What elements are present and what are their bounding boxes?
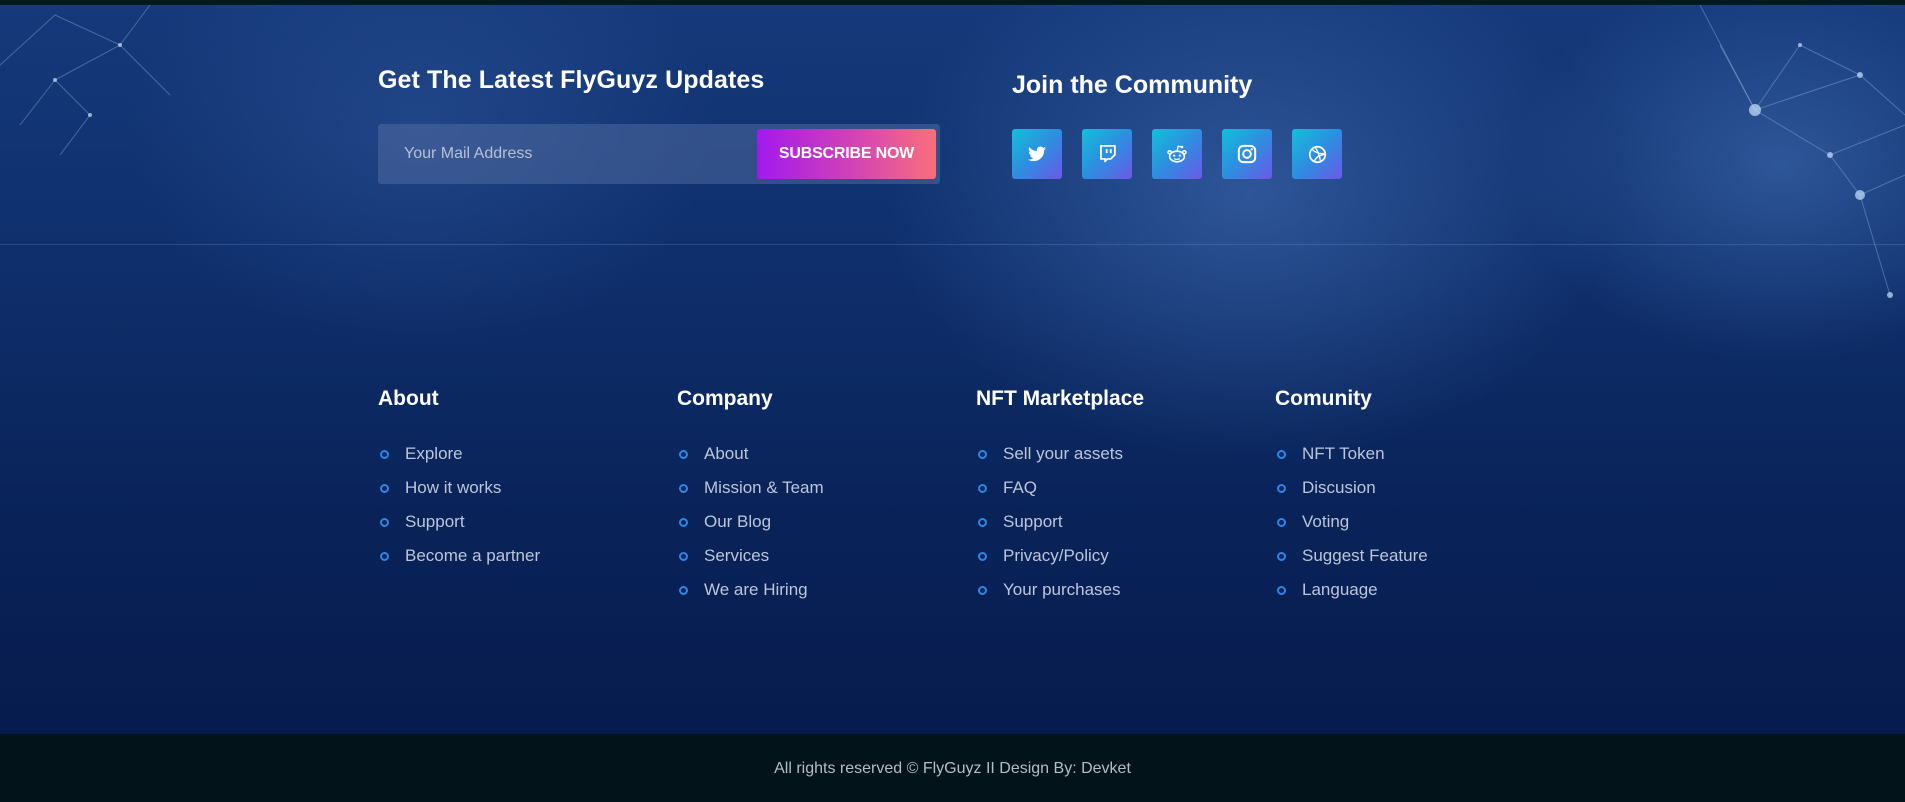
column-title: Comunity — [1275, 387, 1372, 410]
circle-bullet-icon — [1277, 585, 1286, 595]
email-input[interactable] — [378, 124, 748, 184]
social-links — [1012, 129, 1342, 179]
footer-link[interactable]: Mission & Team — [677, 471, 824, 505]
footer-link[interactable]: Explore — [378, 437, 540, 471]
circle-bullet-icon — [679, 517, 688, 527]
footer-link[interactable]: Sell your assets — [976, 437, 1144, 471]
circle-bullet-icon — [380, 483, 389, 493]
social-instagram-button[interactable] — [1222, 129, 1272, 179]
social-dribbble-button[interactable] — [1292, 129, 1342, 179]
footer-link[interactable]: Support — [378, 505, 540, 539]
social-reddit-button[interactable] — [1152, 129, 1202, 179]
footer-link[interactable]: Our Blog — [677, 505, 824, 539]
footer-link[interactable]: About — [677, 437, 824, 471]
footer-link[interactable]: How it works — [378, 471, 540, 505]
circle-bullet-icon — [380, 517, 389, 527]
footer-link[interactable]: Voting — [1275, 505, 1428, 539]
column-title: About — [378, 387, 439, 410]
footer-link[interactable]: Support — [976, 505, 1144, 539]
circle-bullet-icon — [978, 449, 987, 459]
footer-link[interactable]: NFT Token — [1275, 437, 1428, 471]
column-title: NFT Marketplace — [976, 387, 1145, 410]
circle-bullet-icon — [978, 483, 987, 493]
circle-bullet-icon — [380, 551, 389, 561]
twitch-icon — [1099, 145, 1116, 163]
copyright-bar: All rights reserved © FlyGuyz II Design … — [0, 734, 1905, 802]
circle-bullet-icon — [679, 449, 688, 459]
footer-link[interactable]: Discusion — [1275, 471, 1428, 505]
circle-bullet-icon — [978, 551, 987, 561]
footer-column-community: Comunity NFT Token Discusion Voting Sugg… — [1275, 387, 1428, 607]
column-title: Company — [677, 387, 773, 410]
social-twitch-button[interactable] — [1082, 129, 1132, 179]
footer-link[interactable]: Your purchases — [976, 573, 1144, 607]
footer-column-company: Company About Mission & Team Our Blog Se… — [677, 387, 824, 607]
footer-column-about: About Explore How it works Support Becom… — [378, 387, 540, 573]
newsletter-title: Get The Latest FlyGuyz Updates — [378, 66, 765, 94]
circle-bullet-icon — [679, 585, 688, 595]
social-twitter-button[interactable] — [1012, 129, 1062, 179]
circle-bullet-icon — [1277, 517, 1286, 527]
footer-link[interactable]: Become a partner — [378, 539, 540, 573]
footer-link[interactable]: Privacy/Policy — [976, 539, 1144, 573]
footer-link[interactable]: Language — [1275, 573, 1428, 607]
section-divider — [0, 244, 1905, 245]
footer-link[interactable]: Suggest Feature — [1275, 539, 1428, 573]
circle-bullet-icon — [679, 551, 688, 561]
dribbble-icon — [1308, 145, 1326, 163]
circle-bullet-icon — [1277, 551, 1286, 561]
instagram-icon — [1237, 144, 1257, 164]
circle-bullet-icon — [978, 585, 987, 595]
reddit-icon — [1167, 145, 1187, 163]
copyright-text: All rights reserved © FlyGuyz II Design … — [774, 760, 1131, 777]
network-lines-decoration — [0, 5, 1905, 298]
subscribe-form: SUBSCRIBE NOW — [378, 124, 940, 184]
circle-bullet-icon — [679, 483, 688, 493]
footer-link[interactable]: FAQ — [976, 471, 1144, 505]
footer-link[interactable]: We are Hiring — [677, 573, 824, 607]
community-title: Join the Community — [1012, 71, 1253, 99]
subscribe-button[interactable]: SUBSCRIBE NOW — [757, 129, 936, 179]
circle-bullet-icon — [380, 449, 389, 459]
circle-bullet-icon — [1277, 483, 1286, 493]
footer-link[interactable]: Services — [677, 539, 824, 573]
circle-bullet-icon — [1277, 449, 1286, 459]
twitter-icon — [1028, 146, 1046, 162]
circle-bullet-icon — [978, 517, 987, 527]
footer-column-nft-marketplace: NFT Marketplace Sell your assets FAQ Sup… — [976, 387, 1144, 607]
footer-hero-section: Get The Latest FlyGuyz Updates SUBSCRIBE… — [0, 5, 1905, 734]
